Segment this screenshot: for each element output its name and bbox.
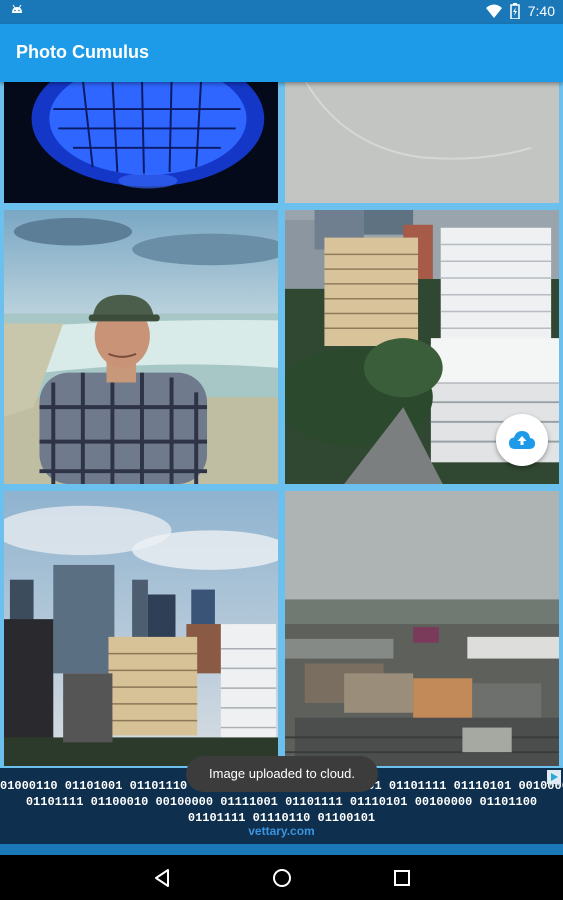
android-icon	[12, 4, 22, 13]
photo-tile[interactable]	[2, 208, 280, 486]
ad-link[interactable]: vettary.com	[0, 824, 563, 838]
toast-message: Image uploaded to cloud.	[186, 756, 378, 792]
recents-button[interactable]	[387, 863, 417, 893]
photo-image	[4, 210, 278, 484]
photo-image	[4, 491, 278, 766]
photo-image	[285, 491, 559, 766]
photo-tile[interactable]	[283, 489, 561, 768]
home-button[interactable]	[267, 863, 297, 893]
photo-image	[4, 82, 278, 203]
battery-icon	[510, 3, 520, 19]
photo-image	[285, 82, 559, 203]
navigation-bar	[0, 855, 563, 900]
bottom-accent-bar	[0, 844, 563, 855]
ad-binary-line: 01101111 01100010 00100000 01111001 0110…	[25, 795, 538, 809]
home-icon	[273, 869, 291, 887]
recents-icon	[394, 870, 410, 886]
back-button[interactable]	[147, 863, 177, 893]
status-bar: 7:40	[0, 0, 563, 24]
cloud-upload-icon	[509, 431, 535, 449]
photo-grid[interactable]	[0, 82, 563, 768]
ad-choices-icon[interactable]	[547, 770, 561, 784]
photo-tile[interactable]	[283, 82, 561, 205]
wifi-icon	[485, 4, 502, 18]
photo-tile[interactable]	[2, 489, 280, 768]
upload-to-cloud-button[interactable]	[496, 414, 548, 466]
app-bar: Photo Cumulus	[0, 24, 563, 82]
app-title: Photo Cumulus	[16, 42, 149, 62]
back-icon	[155, 869, 169, 887]
status-time: 7:40	[527, 3, 555, 19]
photo-tile[interactable]	[2, 82, 280, 205]
